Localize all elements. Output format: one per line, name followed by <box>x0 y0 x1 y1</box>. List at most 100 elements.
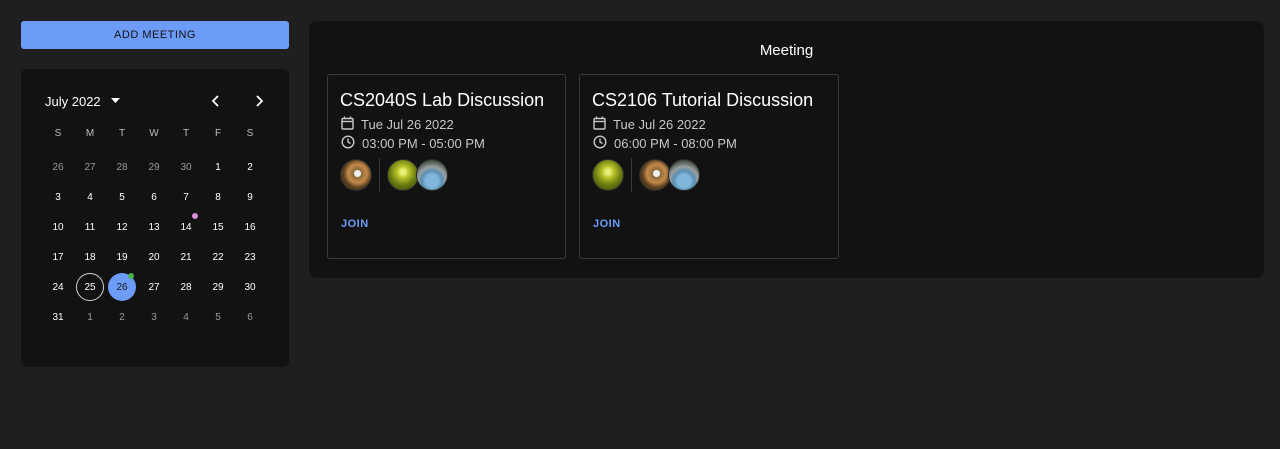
calendar-day[interactable]: 10 <box>42 212 74 242</box>
calendar-day[interactable]: 5 <box>106 182 138 212</box>
day-number: 12 <box>116 221 128 233</box>
event-indicator-dot <box>192 213 198 219</box>
panel-title: Meeting <box>759 42 814 59</box>
day-number: 20 <box>148 251 160 263</box>
calendar-day[interactable]: 23 <box>234 242 266 272</box>
calendar-day[interactable]: 15 <box>202 212 234 242</box>
attendee-avatars <box>340 158 448 192</box>
day-number: 1 <box>215 161 221 173</box>
calendar-day[interactable]: 12 <box>106 212 138 242</box>
calendar-day[interactable]: 30 <box>170 152 202 182</box>
calendar-day[interactable]: 8 <box>202 182 234 212</box>
meeting-title: CS2106 Tutorial Discussion <box>592 90 814 110</box>
day-number: 26 <box>52 161 64 173</box>
weekday-label: F <box>214 127 222 139</box>
calendar-day[interactable]: 14 <box>170 212 202 242</box>
day-number: 27 <box>148 281 160 293</box>
calendar-day[interactable]: 28 <box>170 272 202 302</box>
month-year-label[interactable]: July 2022 <box>45 94 101 109</box>
calendar-day-selected[interactable]: 26 <box>106 272 138 302</box>
calendar-day[interactable]: 3 <box>42 182 74 212</box>
day-number: 2 <box>247 161 253 173</box>
day-number: 22 <box>212 251 224 263</box>
calendar-day[interactable]: 9 <box>234 182 266 212</box>
day-number: 30 <box>244 281 256 293</box>
participant-avatar <box>639 159 671 191</box>
date-picker-calendar: July 2022 S M T W T F S 26 27 28 29 30 1 2 3 4 5 6 7 8 9 10 11… <box>21 69 289 367</box>
day-number: 4 <box>183 311 189 323</box>
calendar-day[interactable]: 6 <box>138 182 170 212</box>
calendar-day[interactable]: 24 <box>42 272 74 302</box>
calendar-day[interactable]: 4 <box>74 182 106 212</box>
day-number: 2 <box>119 311 125 323</box>
day-number: 9 <box>247 191 253 203</box>
calendar-day[interactable]: 29 <box>202 272 234 302</box>
day-number: 21 <box>180 251 192 263</box>
day-number: 15 <box>212 221 224 233</box>
calendar-day-today[interactable]: 25 <box>74 272 106 302</box>
chevron-left-icon[interactable] <box>208 93 224 109</box>
day-number: 13 <box>148 221 160 233</box>
calendar-day[interactable]: 1 <box>202 152 234 182</box>
day-number: 28 <box>116 161 128 173</box>
day-number: 4 <box>87 191 93 203</box>
calendar-day[interactable]: 29 <box>138 152 170 182</box>
weekday-label: T <box>118 127 126 139</box>
calendar-day[interactable]: 2 <box>106 302 138 332</box>
weekday-label: M <box>85 127 95 139</box>
calendar-header: July 2022 <box>45 93 275 109</box>
day-number: 17 <box>52 251 64 263</box>
join-button[interactable]: JOIN <box>341 218 369 230</box>
calendar-day[interactable]: 21 <box>170 242 202 272</box>
day-number: 6 <box>247 311 253 323</box>
caret-down-icon[interactable] <box>110 96 120 106</box>
meeting-time: 03:00 PM - 05:00 PM <box>362 136 485 151</box>
calendar-day[interactable]: 17 <box>42 242 74 272</box>
calendar-grid: S M T W T F S 26 27 28 29 30 1 2 3 4 5 6 7 8 9 10 11 12 13 14 15 16… <box>42 122 266 332</box>
calendar-day[interactable]: 30 <box>234 272 266 302</box>
meeting-time-row: 03:00 PM - 05:00 PM <box>341 135 485 152</box>
calendar-day[interactable]: 22 <box>202 242 234 272</box>
day-number: 5 <box>119 191 125 203</box>
calendar-day[interactable]: 6 <box>234 302 266 332</box>
day-number: 18 <box>84 251 96 263</box>
day-number: 5 <box>215 311 221 323</box>
calendar-day[interactable]: 3 <box>138 302 170 332</box>
calendar-icon <box>593 116 613 133</box>
weekday-label: S <box>246 127 254 139</box>
weekday-label: S <box>54 127 62 139</box>
calendar-day[interactable]: 2 <box>234 152 266 182</box>
day-number: 29 <box>212 281 224 293</box>
calendar-day[interactable]: 19 <box>106 242 138 272</box>
chevron-right-icon[interactable] <box>251 93 267 109</box>
day-number: 27 <box>84 161 96 173</box>
avatar-divider <box>631 158 632 192</box>
calendar-icon <box>341 116 361 133</box>
calendar-day[interactable]: 5 <box>202 302 234 332</box>
meeting-date: Tue Jul 26 2022 <box>361 117 454 132</box>
meeting-date-row: Tue Jul 26 2022 <box>593 116 706 133</box>
day-number: 31 <box>52 311 64 323</box>
calendar-day[interactable]: 4 <box>170 302 202 332</box>
calendar-day[interactable]: 7 <box>170 182 202 212</box>
meeting-date-row: Tue Jul 26 2022 <box>341 116 454 133</box>
meeting-title: CS2040S Lab Discussion <box>340 90 545 110</box>
calendar-day[interactable]: 11 <box>74 212 106 242</box>
calendar-day[interactable]: 18 <box>74 242 106 272</box>
calendar-day[interactable]: 20 <box>138 242 170 272</box>
calendar-day[interactable]: 28 <box>106 152 138 182</box>
add-meeting-button[interactable]: ADD MEETING <box>21 21 289 49</box>
day-number: 23 <box>244 251 256 263</box>
calendar-day[interactable]: 27 <box>138 272 170 302</box>
day-number: 24 <box>52 281 64 293</box>
calendar-day[interactable]: 1 <box>74 302 106 332</box>
calendar-day[interactable]: 31 <box>42 302 74 332</box>
clock-icon <box>341 135 362 152</box>
participant-avatar <box>416 159 448 191</box>
calendar-day[interactable]: 16 <box>234 212 266 242</box>
join-button[interactable]: JOIN <box>593 218 621 230</box>
calendar-day[interactable]: 27 <box>74 152 106 182</box>
calendar-day[interactable]: 26 <box>42 152 74 182</box>
host-avatar <box>340 159 372 191</box>
calendar-day[interactable]: 13 <box>138 212 170 242</box>
